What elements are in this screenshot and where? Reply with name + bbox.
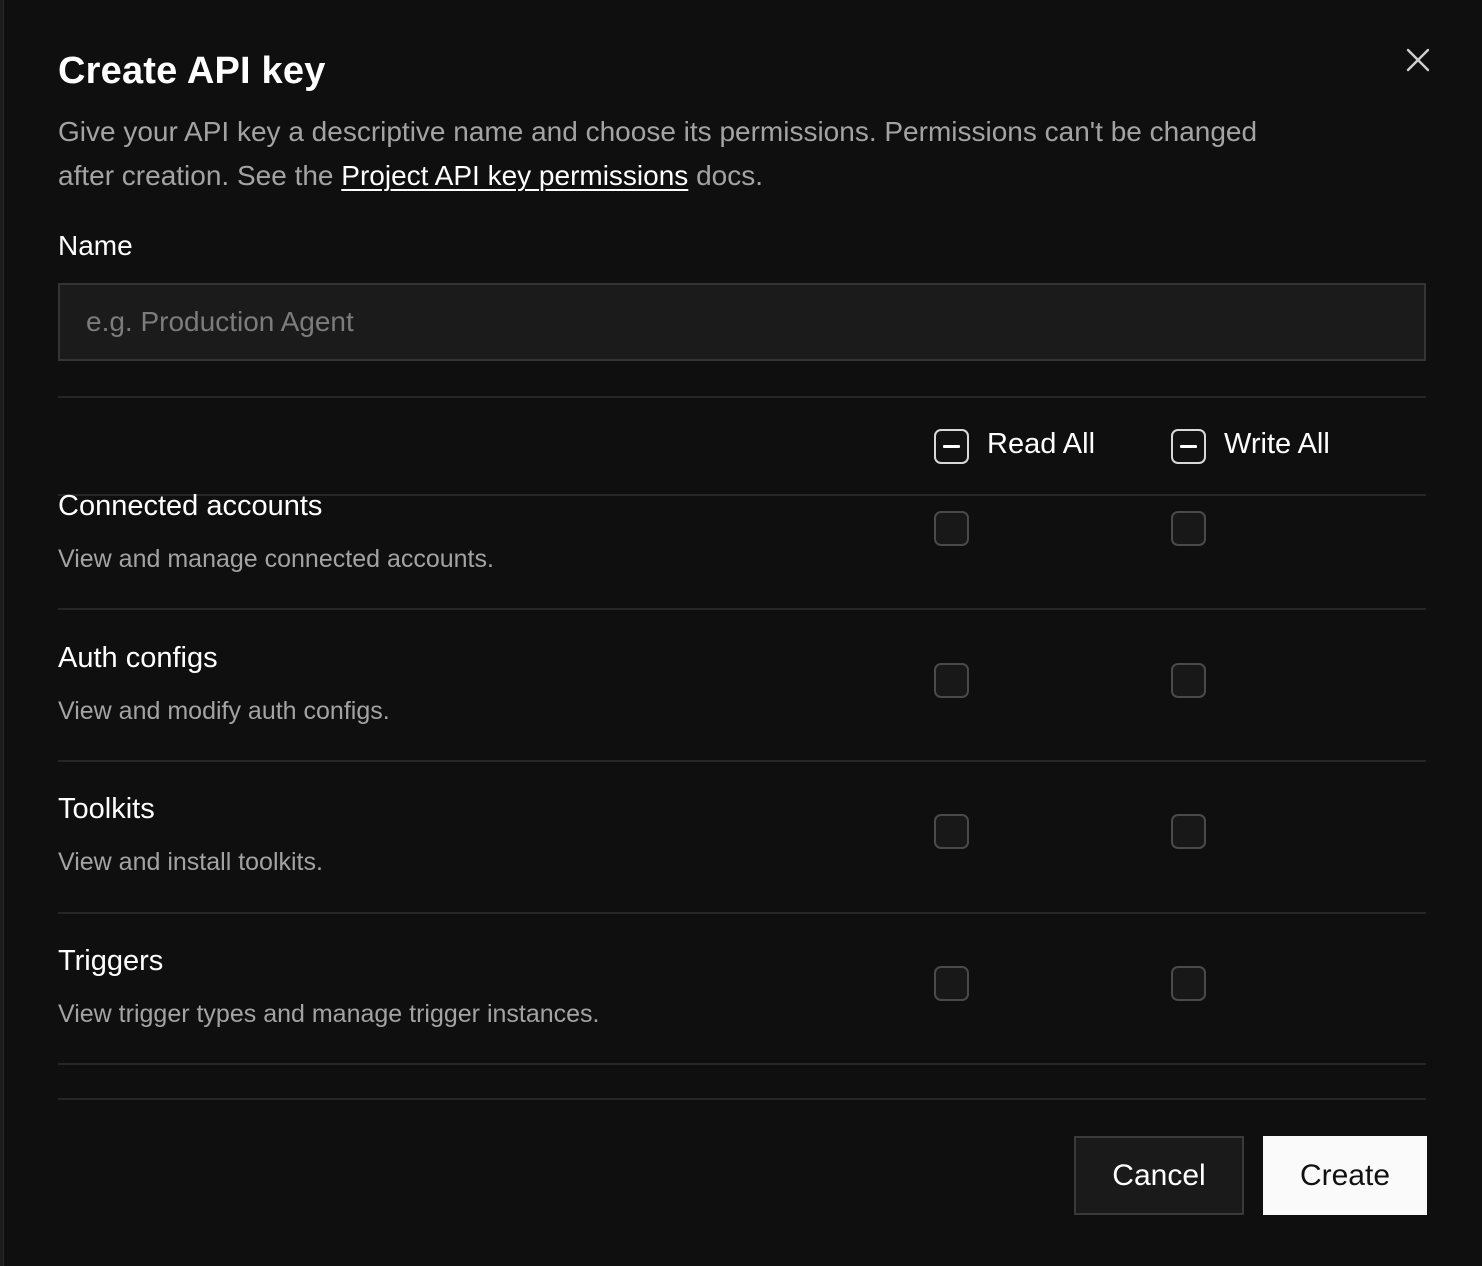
name-label: Name	[58, 230, 133, 261]
permission-description: View and install toolkits.	[58, 848, 323, 876]
close-icon	[1406, 48, 1430, 72]
divider	[58, 608, 1426, 610]
permission-title: Triggers	[58, 945, 164, 977]
cancel-button[interactable]: Cancel	[1074, 1136, 1244, 1215]
permission-title: Toolkits	[58, 793, 155, 825]
divider	[58, 760, 1426, 762]
create-button[interactable]: Create	[1263, 1136, 1427, 1215]
read-checkbox-triggers[interactable]	[934, 966, 969, 1001]
write-checkbox-triggers[interactable]	[1171, 966, 1206, 1001]
write-all-checkbox[interactable]	[1171, 429, 1206, 464]
read-checkbox-connected-accounts[interactable]	[934, 511, 969, 546]
footer-divider	[58, 1098, 1426, 1100]
description-suffix: docs.	[688, 160, 764, 191]
write-checkbox-connected-accounts[interactable]	[1171, 511, 1206, 546]
divider	[58, 1063, 1426, 1065]
write-checkbox-toolkits[interactable]	[1171, 814, 1206, 849]
permission-title: Connected accounts	[58, 490, 323, 522]
permissions-docs-link[interactable]: Project API key permissions	[341, 160, 688, 191]
permission-title: Auth configs	[58, 642, 218, 674]
permission-description: View and manage connected accounts.	[58, 545, 494, 573]
permission-description: View and modify auth configs.	[58, 697, 390, 725]
write-checkbox-auth-configs[interactable]	[1171, 663, 1206, 698]
dialog-description: Give your API key a descriptive name and…	[58, 110, 1258, 198]
read-checkbox-auth-configs[interactable]	[934, 663, 969, 698]
write-all-label: Write All	[1224, 428, 1330, 460]
create-api-key-dialog: Create API key Give your API key a descr…	[3, 0, 1482, 1266]
dialog-title: Create API key	[58, 50, 326, 92]
name-input[interactable]	[58, 283, 1426, 361]
divider	[58, 396, 1426, 398]
read-all-label: Read All	[987, 428, 1096, 460]
close-button[interactable]	[1404, 46, 1432, 74]
permission-description: View trigger types and manage trigger in…	[58, 1000, 600, 1028]
read-checkbox-toolkits[interactable]	[934, 814, 969, 849]
divider	[58, 912, 1426, 914]
read-all-checkbox[interactable]	[934, 429, 969, 464]
